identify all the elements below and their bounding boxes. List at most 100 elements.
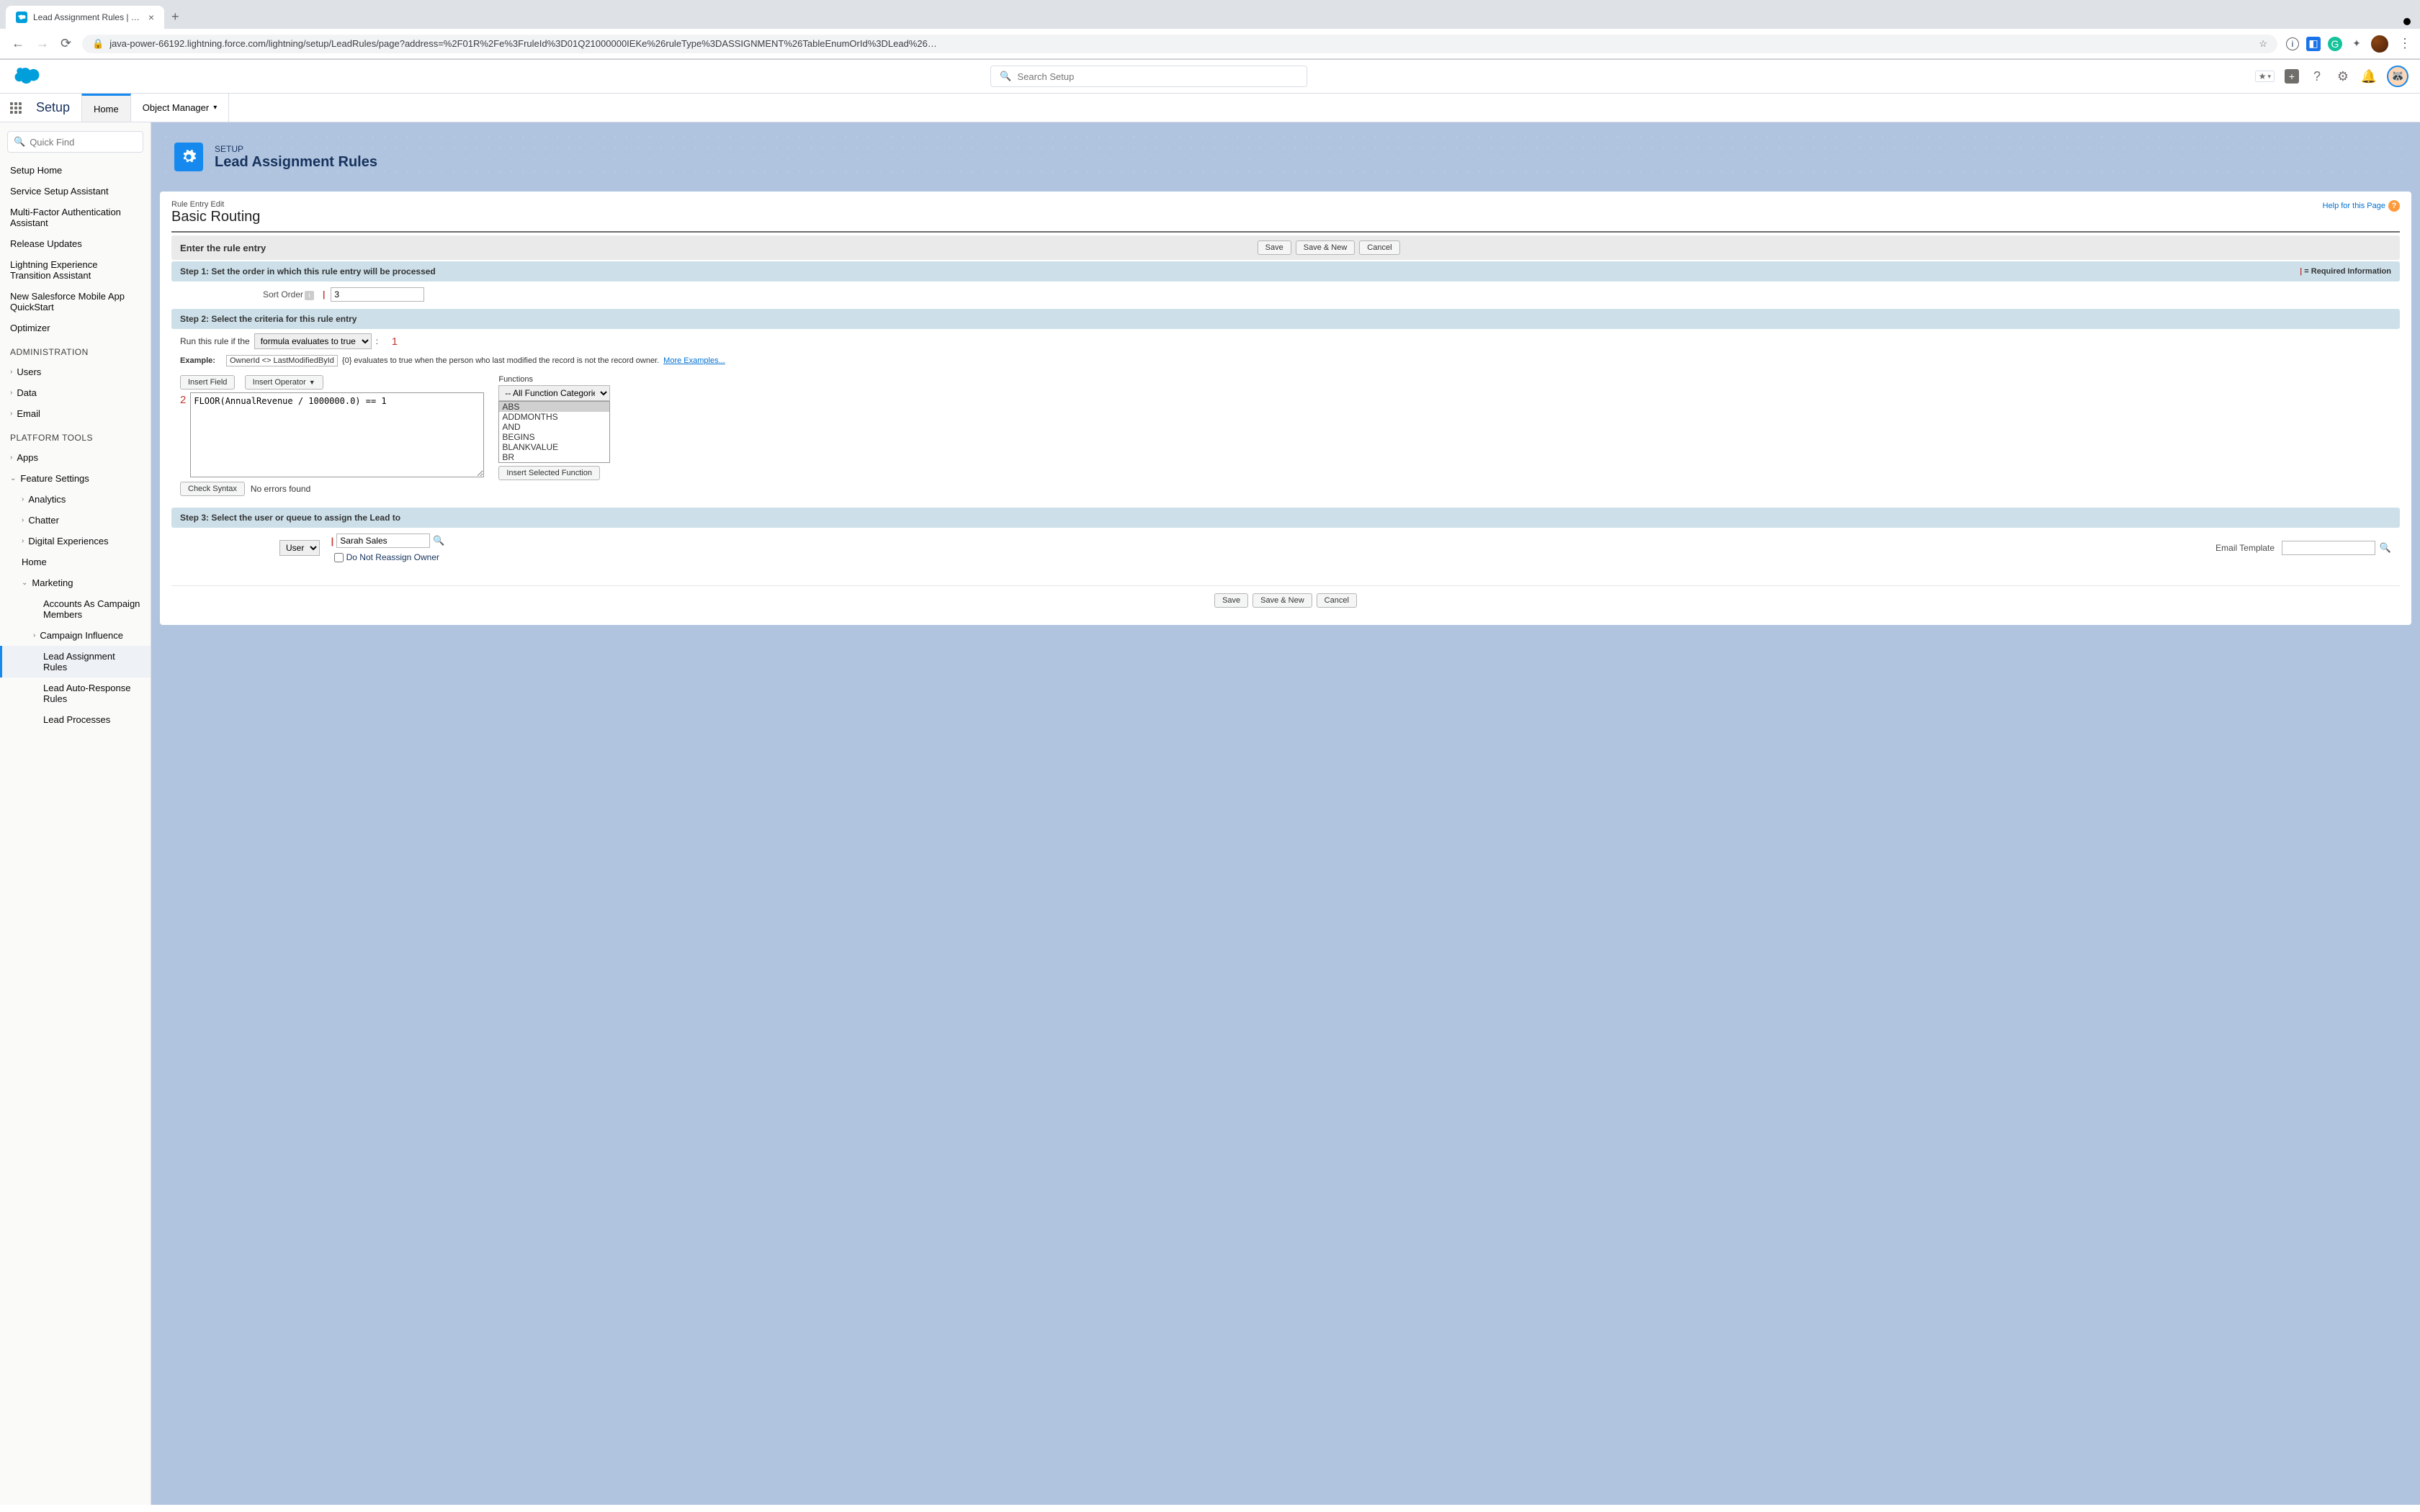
notifications-icon[interactable]: 🔔	[2361, 68, 2377, 84]
nav-lead-auto-response[interactable]: Lead Auto-Response Rules	[0, 678, 151, 709]
nav-home[interactable]: Home	[0, 552, 151, 572]
star-icon[interactable]: ☆	[2259, 38, 2267, 50]
help-link[interactable]: Help for this Page ?	[2323, 200, 2400, 212]
do-not-reassign-row[interactable]: Do Not Reassign Owner	[331, 552, 445, 562]
tab-object-manager[interactable]: Object Manager▾	[131, 94, 230, 122]
nav-mobile-quickstart[interactable]: New Salesforce Mobile App QuickStart	[0, 286, 151, 318]
new-tab-button[interactable]: +	[164, 5, 187, 29]
search-setup-box[interactable]: 🔍	[990, 66, 1307, 87]
nav-campaign-influence[interactable]: ›Campaign Influence	[0, 625, 151, 646]
forward-button[interactable]: →	[33, 33, 49, 54]
nav-optimizer[interactable]: Optimizer	[0, 318, 151, 338]
info-icon[interactable]: i	[2286, 37, 2299, 50]
more-examples-link[interactable]: More Examples...	[663, 356, 725, 365]
reload-button[interactable]: ⟳	[58, 33, 73, 54]
nav-analytics[interactable]: ›Analytics	[0, 489, 151, 510]
nav-accounts-campaign[interactable]: Accounts As Campaign Members	[0, 593, 151, 625]
chevron-right-icon: ›	[10, 454, 12, 462]
annotation-1: 1	[392, 336, 398, 348]
help-icon[interactable]: ?	[2309, 68, 2325, 84]
func-abs[interactable]: ABS	[499, 402, 609, 412]
required-mark: |	[331, 536, 334, 546]
save-button[interactable]: Save	[1258, 240, 1291, 255]
email-template-label: Email Template	[2215, 543, 2277, 553]
cancel-button[interactable]: Cancel	[1359, 240, 1399, 255]
cancel-button-footer[interactable]: Cancel	[1317, 593, 1357, 608]
save-new-button[interactable]: Save & New	[1296, 240, 1355, 255]
tab-close-icon[interactable]: ×	[148, 12, 154, 23]
back-button[interactable]: ←	[9, 33, 24, 54]
assign-type-select[interactable]: User	[279, 540, 320, 556]
extensions-icon[interactable]: ✦	[2349, 37, 2364, 51]
chevron-right-icon: ›	[10, 368, 12, 376]
nav-lex-transition[interactable]: Lightning Experience Transition Assistan…	[0, 254, 151, 286]
setup-gear-icon[interactable]: ⚙	[2335, 68, 2351, 84]
save-new-button-footer[interactable]: Save & New	[1252, 593, 1312, 608]
app-launcher[interactable]	[0, 94, 32, 122]
section-platform-tools: PLATFORM TOOLS	[0, 424, 151, 447]
function-category-select[interactable]: -- All Function Categories --	[498, 385, 610, 401]
save-button-footer[interactable]: Save	[1214, 593, 1248, 608]
functions-label: Functions	[498, 375, 610, 384]
chevron-right-icon: ›	[22, 495, 24, 503]
quick-find-box[interactable]: 🔍	[7, 131, 143, 153]
check-syntax-button[interactable]: Check Syntax	[180, 482, 245, 496]
minimize-icon[interactable]	[2400, 14, 2414, 29]
address-bar[interactable]: 🔒 java-power-66192.lightning.force.com/l…	[82, 35, 2277, 53]
nav-email[interactable]: ›Email	[0, 403, 151, 424]
sort-order-input[interactable]	[331, 287, 424, 302]
nav-lead-processes[interactable]: Lead Processes	[0, 709, 151, 730]
func-addmonths[interactable]: ADDMONTHS	[499, 412, 609, 422]
quick-find-input[interactable]	[30, 137, 151, 148]
browser-tab[interactable]: Lead Assignment Rules | Sales ×	[6, 6, 164, 29]
insert-operator-button[interactable]: Insert Operator ▼	[245, 375, 323, 390]
criteria-type-select[interactable]: formula evaluates to true	[254, 333, 372, 349]
example-code: OwnerId <> LastModifiedById	[226, 355, 338, 366]
lookup-icon[interactable]: 🔍	[433, 535, 444, 546]
func-blankvalue[interactable]: BLANKVALUE	[499, 442, 609, 452]
do-not-reassign-checkbox[interactable]	[334, 553, 344, 562]
enter-rule-bar: Enter the rule entry Save Save & New Can…	[171, 235, 2400, 260]
tab-home[interactable]: Home	[81, 94, 131, 122]
favorites-icon[interactable]: ★▾	[2255, 71, 2275, 82]
nav-mfa-assistant[interactable]: Multi-Factor Authentication Assistant	[0, 202, 151, 233]
func-begins[interactable]: BEGINS	[499, 432, 609, 442]
nav-feature-settings[interactable]: ⌄Feature Settings	[0, 468, 151, 489]
menu-icon[interactable]: ⋮	[2396, 33, 2411, 54]
insert-function-button[interactable]: Insert Selected Function	[498, 466, 600, 480]
nav-setup-home[interactable]: Setup Home	[0, 160, 151, 181]
example-label: Example:	[180, 356, 215, 365]
nav-chatter[interactable]: ›Chatter	[0, 510, 151, 531]
nav-lead-assignment-rules[interactable]: Lead Assignment Rules	[0, 646, 151, 678]
nav-marketing[interactable]: ⌄Marketing	[0, 572, 151, 593]
insert-field-button[interactable]: Insert Field	[180, 375, 235, 390]
nav-data[interactable]: ›Data	[0, 382, 151, 403]
function-list[interactable]: ABS ADDMONTHS AND BEGINS BLANKVALUE BR	[498, 401, 610, 463]
salesforce-logo[interactable]	[12, 66, 43, 87]
tab-strip: Lead Assignment Rules | Sales × +	[0, 0, 2420, 29]
func-br[interactable]: BR	[499, 452, 609, 462]
global-add-icon[interactable]: +	[2285, 69, 2299, 84]
user-avatar[interactable]: 🦝	[2387, 66, 2408, 87]
salesforce-header: 🔍 ★▾ + ? ⚙ 🔔 🦝	[0, 60, 2420, 94]
email-template-input[interactable]	[2282, 541, 2375, 555]
nav-users[interactable]: ›Users	[0, 361, 151, 382]
lookup-icon[interactable]: 🔍	[2380, 542, 2391, 554]
nav-digital-exp[interactable]: ›Digital Experiences	[0, 531, 151, 552]
nav-apps[interactable]: ›Apps	[0, 447, 151, 468]
func-and[interactable]: AND	[499, 422, 609, 432]
formula-textarea[interactable]	[190, 392, 484, 477]
search-icon: 🔍	[1000, 71, 1011, 82]
nav-release-updates[interactable]: Release Updates	[0, 233, 151, 254]
app-name: Setup	[32, 100, 81, 115]
assignee-input[interactable]	[336, 534, 430, 548]
grammarly-icon[interactable]: G	[2328, 37, 2342, 51]
address-bar-row: ← → ⟳ 🔒 java-power-66192.lightning.force…	[0, 29, 2420, 59]
extension-blue-icon[interactable]: ◧	[2306, 37, 2321, 51]
nav-service-setup[interactable]: Service Setup Assistant	[0, 181, 151, 202]
setup-sidebar: 🔍 Setup Home Service Setup Assistant Mul…	[0, 122, 151, 1505]
profile-avatar[interactable]	[2371, 35, 2388, 53]
context-bar: Setup Home Object Manager▾	[0, 94, 2420, 122]
info-icon[interactable]: i	[305, 291, 314, 300]
search-setup-input[interactable]	[1018, 71, 1299, 82]
